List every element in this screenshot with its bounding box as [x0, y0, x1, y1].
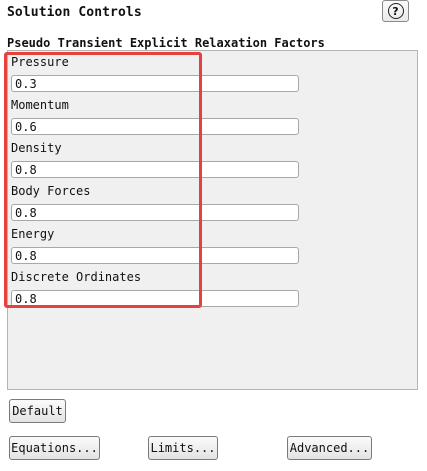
pressure-input[interactable] — [11, 75, 299, 92]
pressure-label: Pressure — [11, 55, 69, 69]
density-label: Density — [11, 141, 62, 155]
energy-input[interactable] — [11, 247, 299, 264]
energy-label: Energy — [11, 227, 55, 241]
equations-button[interactable]: Equations... — [9, 436, 100, 460]
panel-title: Solution Controls — [7, 5, 142, 20]
default-button[interactable]: Default — [9, 399, 66, 423]
group-title: Pseudo Transient Explicit Relaxation Fac… — [7, 36, 325, 50]
help-button[interactable]: ? — [382, 0, 409, 22]
body-forces-input[interactable] — [11, 204, 299, 221]
advanced-button[interactable]: Advanced... — [287, 436, 372, 460]
discrete-ordinates-label: Discrete Ordinates — [11, 270, 142, 284]
discrete-ordinates-input[interactable] — [11, 290, 299, 307]
body-forces-label: Body Forces — [11, 184, 91, 198]
density-input[interactable] — [11, 161, 299, 178]
limits-button[interactable]: Limits... — [148, 436, 218, 460]
momentum-label: Momentum — [11, 98, 69, 112]
momentum-input[interactable] — [11, 118, 299, 135]
question-circle-icon: ? — [387, 3, 404, 19]
